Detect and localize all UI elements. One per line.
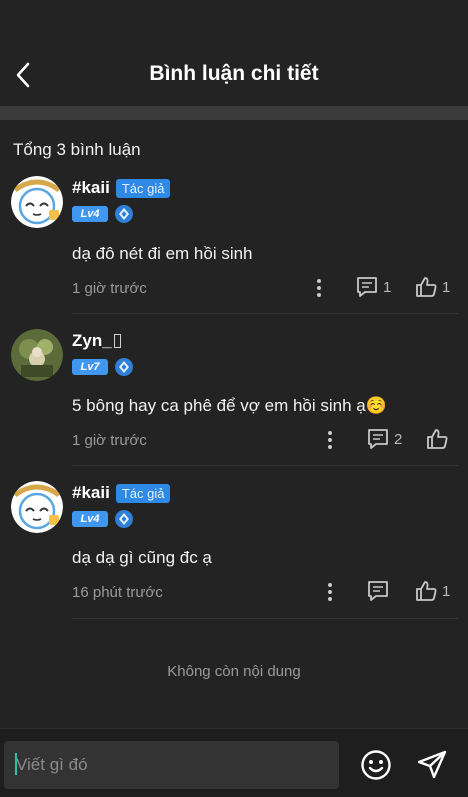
header: Bình luận chi tiết: [0, 0, 468, 106]
timestamp: 1 giờ trước: [72, 280, 147, 297]
like-count: 1: [442, 582, 451, 600]
divider: [72, 618, 458, 619]
comment-text: dạ dạ gì cũng đc ạ: [72, 548, 212, 567]
like-count: 1: [442, 278, 451, 296]
more-vert-icon: [328, 431, 332, 449]
comment-input-bar: [0, 728, 468, 797]
thumb-up-icon: [416, 581, 437, 601]
more-options-button[interactable]: [311, 276, 327, 300]
comment-icon: [368, 581, 388, 601]
timestamp: 1 giờ trước: [72, 432, 147, 449]
more-vert-icon: [328, 583, 332, 601]
page-title: Bình luận chi tiết: [149, 62, 319, 85]
more-options-button[interactable]: [322, 428, 338, 452]
author-badge: Tác giả: [115, 483, 171, 503]
reply-button[interactable]: [367, 580, 394, 602]
more-vert-icon: [317, 279, 321, 297]
thumb-up-icon: [416, 277, 437, 297]
like-button[interactable]: 1: [415, 276, 450, 298]
comment-text: 5 bông hay ca phê để vợ em hồi sinh ạ☺️: [72, 396, 387, 415]
end-of-content-note: Không còn nội dung: [167, 663, 301, 680]
header-divider: [0, 106, 468, 120]
reply-button[interactable]: 2: [367, 428, 402, 450]
reply-count: 2: [394, 430, 403, 448]
text-cursor: [15, 753, 17, 775]
thumb-up-icon: [427, 429, 448, 449]
level-badge: Lv4: [72, 206, 108, 222]
avatar[interactable]: [11, 176, 63, 228]
name-emoji-placeholder: [113, 334, 121, 348]
gem-icon: [115, 358, 133, 376]
username[interactable]: #kaii: [72, 178, 110, 198]
gem-icon: [115, 510, 133, 528]
smile-icon: [361, 750, 391, 780]
divider: [72, 313, 458, 314]
comment-input[interactable]: [4, 741, 339, 789]
send-icon: [417, 750, 447, 779]
send-button[interactable]: [416, 749, 448, 781]
reply-button[interactable]: 1: [356, 276, 391, 298]
comment-icon: [357, 277, 377, 297]
emoji-button[interactable]: [360, 749, 392, 781]
username[interactable]: Zyn_: [72, 331, 112, 351]
more-options-button[interactable]: [322, 580, 338, 604]
divider: [72, 465, 458, 466]
like-button[interactable]: 1: [415, 580, 450, 602]
avatar[interactable]: [11, 481, 63, 533]
comment-icon: [368, 429, 388, 449]
like-button[interactable]: [426, 428, 453, 450]
comment-item: Zyn_ Lv7 5 bông hay ca phê để vợ em hồi …: [0, 329, 468, 469]
timestamp: 16 phút trước: [72, 584, 163, 601]
reply-count: 1: [383, 278, 392, 296]
comment-item: #kaii Tác giả Lv4 dạ đô nét đi em hồi si…: [0, 176, 468, 316]
comment-count: Tổng 3 bình luận: [13, 140, 141, 159]
gem-icon: [115, 205, 133, 223]
avatar[interactable]: [11, 329, 63, 381]
username[interactable]: #kaii: [72, 483, 110, 503]
comment-text: dạ đô nét đi em hồi sinh: [72, 244, 253, 263]
level-badge: Lv7: [72, 359, 108, 375]
comment-item: #kaii Tác giả Lv4 dạ dạ gì cũng đc ạ 16 …: [0, 481, 468, 621]
author-badge: Tác giả: [115, 178, 171, 198]
level-badge: Lv4: [72, 511, 108, 527]
